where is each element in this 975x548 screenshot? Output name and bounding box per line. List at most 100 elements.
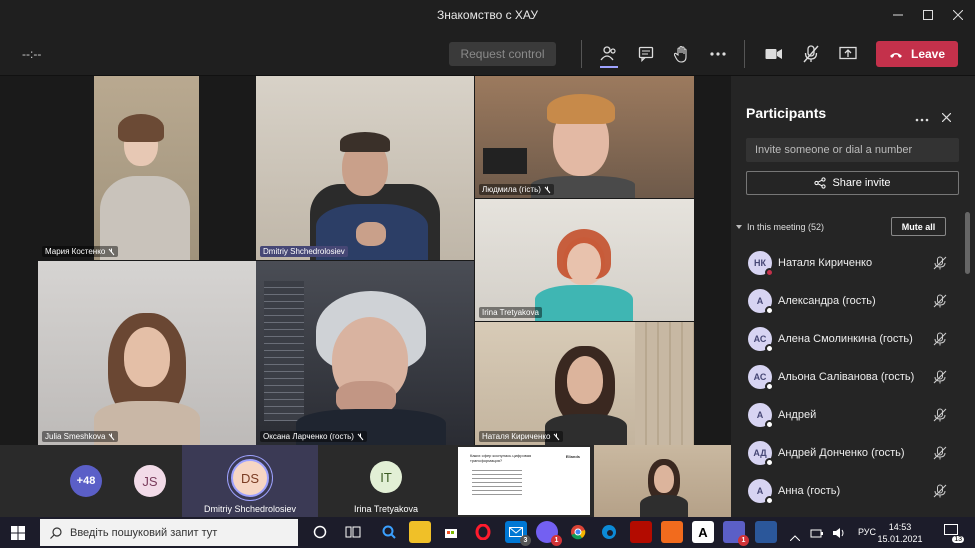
share-screen-button[interactable] — [836, 42, 860, 66]
mic-off-icon[interactable] — [933, 484, 947, 498]
shared-slide-thumbnail[interactable]: Каких сфер коснулась цифровая трансформа… — [456, 445, 592, 517]
system-clock[interactable]: 14:53 15.01.2021 — [875, 521, 925, 545]
participant-avatar: АД — [748, 441, 774, 467]
minimize-icon — [893, 14, 903, 16]
task-view-button[interactable] — [342, 521, 364, 543]
participant-row[interactable]: НК Наталя Кириченко — [731, 244, 975, 282]
mic-off-icon[interactable] — [933, 370, 947, 384]
video-tile[interactable]: Мария Костенко — [38, 76, 256, 260]
mic-off-icon[interactable] — [933, 294, 947, 308]
share-icon — [814, 177, 827, 189]
mic-off-icon — [108, 248, 115, 255]
edge-button[interactable] — [598, 521, 620, 543]
camera-button[interactable] — [762, 42, 786, 66]
avatar: IT — [370, 461, 402, 493]
start-button[interactable] — [11, 526, 25, 545]
tile-label: Irina Tretyakova — [479, 307, 542, 318]
viber-button[interactable]: 1 — [536, 521, 562, 546]
store-button[interactable] — [440, 521, 462, 543]
participant-avatar: А — [748, 479, 774, 505]
more-icon — [915, 118, 929, 122]
tile-label: Оксана Ларченко (гость) — [260, 431, 367, 442]
meeting-timer: --:-- — [22, 47, 42, 61]
participant-row[interactable]: АД Андрей Донченко (гость) — [731, 434, 975, 472]
close-window-button[interactable] — [944, 4, 972, 26]
keyboard-language[interactable]: РУС — [858, 527, 876, 537]
panel-close-button[interactable] — [941, 109, 952, 127]
mic-off-icon — [554, 433, 560, 440]
chrome-icon — [571, 525, 586, 540]
more-participants-button[interactable]: +48 — [58, 445, 114, 517]
volume-icon — [833, 528, 844, 538]
tile-label: Dmitriy Shchedrolosiev — [260, 246, 348, 257]
clock-date: 15.01.2021 — [877, 534, 923, 544]
mute-all-button[interactable]: Mute all — [891, 217, 946, 236]
tray-chevron-button[interactable] — [789, 528, 801, 546]
panel-title: Participants — [746, 105, 827, 121]
maximize-icon — [923, 10, 933, 20]
file-explorer-button[interactable] — [409, 521, 431, 543]
in-meeting-header[interactable]: In this meeting (52) — [736, 222, 824, 232]
cortana-button[interactable] — [309, 521, 331, 543]
request-control-button[interactable]: Request control — [449, 42, 556, 66]
more-actions-button[interactable] — [706, 42, 730, 66]
chrome-button[interactable] — [567, 521, 589, 543]
leave-button[interactable]: Leave — [876, 41, 958, 67]
taskbar-search[interactable]: Введіть пошуковий запит тут — [40, 519, 298, 546]
close-icon — [941, 112, 952, 123]
participant-row[interactable]: А Андрей — [731, 396, 975, 434]
participant-name: Альона Саліванова (гость) — [778, 371, 915, 383]
strip-avatar-js[interactable]: JS — [118, 445, 182, 517]
minimize-button[interactable] — [884, 4, 912, 26]
participant-row[interactable]: АС Альона Саліванова (гость) — [731, 358, 975, 396]
chat-button[interactable] — [634, 42, 658, 66]
window-title: Знакомство с ХАУ — [436, 8, 539, 22]
video-tile[interactable]: Irina Tretyakova — [475, 199, 694, 321]
chevron-up-icon — [789, 535, 801, 542]
cortana-icon — [313, 525, 327, 539]
hand-icon — [674, 45, 687, 63]
task-view-icon — [345, 526, 361, 538]
video-tile[interactable]: Наталя Кириченко — [475, 322, 694, 445]
search-icon — [50, 526, 62, 539]
participant-row[interactable]: АС Алена Смолинкина (гость) — [731, 320, 975, 358]
font-app-button[interactable]: A — [692, 521, 714, 543]
participants-toggle-button[interactable] — [597, 42, 621, 66]
mic-off-icon[interactable] — [933, 446, 947, 460]
video-tile[interactable]: Julia Smeshkova — [38, 261, 256, 445]
battery-tray-icon[interactable] — [810, 526, 824, 544]
meeting-toolbar: --:-- Request control Leave — [0, 30, 975, 76]
invite-input[interactable] — [746, 138, 959, 162]
panel-more-button[interactable] — [915, 109, 929, 127]
video-tile[interactable]: Dmitriy Shchedrolosiev — [256, 76, 474, 260]
opera-button[interactable] — [472, 521, 494, 543]
strip-avatar-it[interactable]: IT Irina Tretyakova — [318, 445, 454, 517]
microphone-button[interactable] — [799, 42, 823, 66]
acrobat-button[interactable] — [630, 521, 652, 543]
mic-off-icon[interactable] — [933, 256, 947, 270]
mic-off-icon[interactable] — [933, 408, 947, 422]
participant-name: Андрей Донченко (гость) — [778, 447, 905, 459]
participant-row[interactable]: А Анна (гость) — [731, 472, 975, 510]
windows-taskbar: Введіть пошуковий запит тут 3 1 A 1 РУС … — [0, 517, 975, 548]
participant-row[interactable]: А Александра (гость) — [731, 282, 975, 320]
share-invite-label: Share invite — [832, 177, 891, 189]
mic-off-icon[interactable] — [933, 332, 947, 346]
strip-video-tile[interactable] — [594, 445, 731, 517]
notifications-button[interactable]: 13 — [944, 524, 964, 543]
mail-button[interactable]: 3 — [505, 521, 531, 546]
volume-tray-icon[interactable] — [832, 526, 846, 544]
raise-hand-button[interactable] — [670, 42, 694, 66]
shopping-app-button[interactable] — [661, 521, 683, 543]
video-tile[interactable]: Людмила (гість) — [475, 76, 694, 198]
search-app-button[interactable] — [378, 521, 400, 543]
maximize-button[interactable] — [914, 4, 942, 26]
share-invite-button[interactable]: Share invite — [746, 171, 959, 195]
video-tile[interactable]: Оксана Ларченко (гость) — [256, 261, 474, 445]
strip-avatar-ds[interactable]: DS Dmitriy Shchedrolosiev — [182, 445, 318, 517]
teams-button[interactable]: 1 — [723, 521, 749, 546]
participant-avatar: НК — [748, 251, 774, 277]
word-button[interactable] — [755, 521, 777, 543]
presence-status-icon — [765, 496, 774, 505]
people-icon — [600, 46, 616, 61]
